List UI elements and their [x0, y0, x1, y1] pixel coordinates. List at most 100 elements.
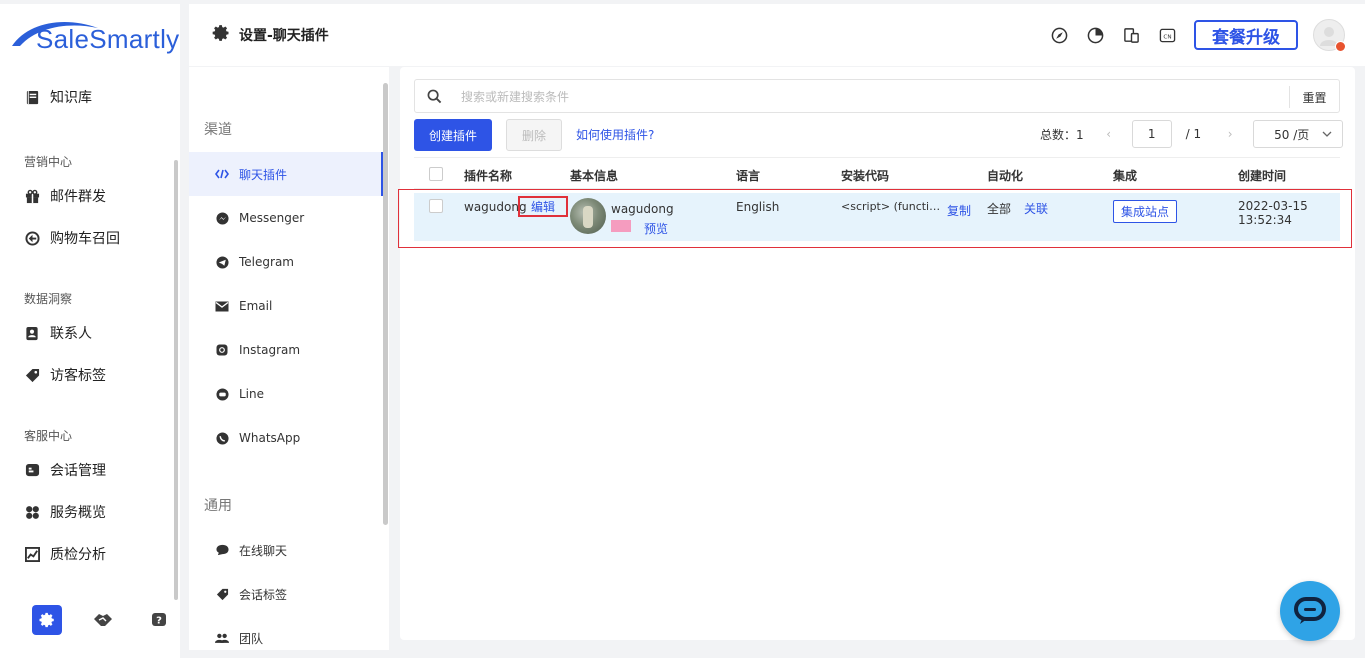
nav-label: 购物车召回 [50, 231, 120, 247]
created-date: 2022-03-15 [1238, 199, 1308, 213]
link-association[interactable]: 关联 [1024, 200, 1048, 217]
settings-item-instagram[interactable]: Instagram [189, 328, 383, 372]
nav-section-service: 客服中心 [24, 429, 73, 443]
help-button[interactable]: ? [144, 605, 174, 635]
nav-item-contacts[interactable]: 联系人 [24, 321, 92, 345]
header-basic-info: 基本信息 [570, 169, 619, 183]
create-plugin-button[interactable]: 创建插件 [414, 119, 492, 151]
settings-nav-scrollbar[interactable] [383, 83, 388, 525]
settings-item-label: 聊天插件 [239, 167, 288, 182]
page-title-text: 设置-聊天插件 [239, 28, 329, 44]
header-created-time: 创建时间 [1238, 169, 1287, 183]
settings-item-label: Line [239, 387, 265, 401]
page-size-select[interactable]: 50 /页 [1253, 120, 1344, 148]
nav-label: 会话管理 [50, 463, 106, 479]
nav-item-cart-recall[interactable]: 购物车召回 [24, 226, 120, 250]
total-pages: / 1 [1185, 127, 1202, 141]
pie-chart-icon[interactable] [1085, 25, 1105, 45]
settings-button[interactable] [32, 605, 62, 635]
settings-item-whatsapp[interactable]: WhatsApp [189, 416, 383, 460]
preview-link[interactable]: 预览 [644, 220, 668, 237]
plugin-avatar [570, 198, 606, 234]
nav-item-visitor-tags[interactable]: 访客标签 [24, 363, 106, 387]
how-to-use-link[interactable]: 如何使用插件? [576, 126, 654, 143]
nav-section-marketing: 营销中心 [24, 155, 73, 169]
left-nav: SaleSmartly 知识库 营销中心 邮件群发 购物车召回 数据洞察 联系人… [0, 4, 180, 658]
edit-button[interactable]: 编辑 [518, 196, 568, 217]
contact-icon [24, 325, 40, 341]
settings-item-team[interactable]: 团队 [189, 616, 383, 658]
settings-item-chat-plugin[interactable]: 聊天插件 [189, 152, 383, 196]
nav-item-service-overview[interactable]: 服务概览 [24, 500, 106, 524]
nav-label: 服务概览 [50, 505, 106, 521]
reset-button[interactable]: 重置 [1289, 86, 1339, 108]
integrate-site-button[interactable]: 集成站点 [1113, 200, 1177, 223]
select-all-checkbox[interactable] [429, 167, 443, 181]
nav-item-knowledge-base[interactable]: 知识库 [24, 85, 92, 109]
upgrade-plan-button[interactable]: 套餐升级 [1194, 20, 1298, 50]
devices-icon[interactable] [1121, 25, 1141, 45]
settings-item-label: Instagram [239, 343, 301, 357]
plugin-list-panel: 重置 创建插件 删除 如何使用插件? 总数：1 ‹ 1 / 1 › 50 /页 … [398, 67, 1355, 640]
row-checkbox[interactable] [429, 199, 443, 213]
page-size-value: 50 /页 [1274, 127, 1310, 142]
install-code-snippet: <script> (functi… [841, 200, 941, 213]
table-header: 插件名称 基本信息 语言 安装代码 自动化 集成 创建时间 [414, 157, 1340, 189]
nav-label: 质检分析 [50, 547, 106, 563]
delete-button[interactable]: 删除 [506, 119, 562, 151]
settings-item-email[interactable]: Email [189, 284, 383, 328]
brand-name: SaleSmartly [36, 24, 180, 54]
book-icon [24, 89, 40, 105]
grid-icon [24, 504, 40, 520]
nav-label: 联系人 [50, 326, 92, 342]
chat-bubble-icon [215, 543, 229, 557]
compass-icon[interactable] [1049, 25, 1069, 45]
header-automation: 自动化 [987, 169, 1024, 183]
language-icon[interactable]: CN [1157, 25, 1177, 45]
user-avatar[interactable] [1313, 19, 1346, 52]
handshake-button[interactable] [88, 605, 118, 635]
tag-icon [215, 587, 229, 601]
handshake-icon [94, 614, 112, 626]
settings-item-telegram[interactable]: Telegram [189, 240, 383, 284]
search-input[interactable] [461, 87, 1261, 107]
chat-manage-icon [24, 462, 40, 478]
settings-item-conversation-tags[interactable]: 会话标签 [189, 572, 383, 616]
instagram-icon [215, 343, 229, 357]
messenger-icon [215, 211, 229, 225]
chat-widget-button[interactable] [1280, 581, 1340, 641]
settings-item-online-chat[interactable]: 在线聊天 [189, 528, 383, 572]
top-bar: 设置-聊天插件 CN 套餐升级 [189, 4, 1365, 66]
total-count: 总数：1 [1040, 127, 1084, 142]
general-section-title: 通用 [204, 498, 232, 514]
settings-item-line[interactable]: Line [189, 372, 383, 416]
settings-nav: 渠道 聊天插件 Messenger Telegram Email Instagr… [189, 67, 389, 650]
page-title: 设置-聊天插件 [211, 23, 329, 47]
chevron-right-icon[interactable]: › [1223, 127, 1237, 141]
theme-color-swatch [611, 220, 631, 232]
header-install-code: 安装代码 [841, 169, 890, 183]
nav-item-conversation-manage[interactable]: 会话管理 [24, 458, 106, 482]
header-plugin-name: 插件名称 [464, 169, 513, 183]
nav-item-email-broadcast[interactable]: 邮件群发 [24, 184, 106, 208]
chevron-left-icon[interactable]: ‹ [1102, 127, 1116, 141]
whatsapp-icon [215, 431, 229, 445]
question-icon: ? [152, 613, 166, 627]
nav-item-quality-analysis[interactable]: 质检分析 [24, 542, 106, 566]
svg-text:?: ? [156, 616, 162, 627]
search-icon [427, 89, 442, 108]
notification-dot [1335, 41, 1346, 52]
page-number-input[interactable]: 1 [1131, 120, 1172, 148]
salesmartly-logo[interactable]: SaleSmartly [10, 16, 179, 60]
gift-icon [24, 188, 40, 204]
header-integration: 集成 [1113, 169, 1138, 183]
mail-icon [215, 299, 229, 313]
tag-icon [24, 367, 40, 383]
pagination: 总数：1 ‹ 1 / 1 › 50 /页 [1040, 120, 1344, 148]
cart-recall-icon [24, 230, 40, 246]
settings-item-messenger[interactable]: Messenger [189, 196, 383, 240]
created-time: 13:52:34 [1238, 213, 1292, 227]
copy-link[interactable]: 复制 [947, 202, 971, 219]
automation-value: 全部 [987, 202, 1012, 216]
left-nav-scrollbar[interactable] [174, 160, 178, 600]
